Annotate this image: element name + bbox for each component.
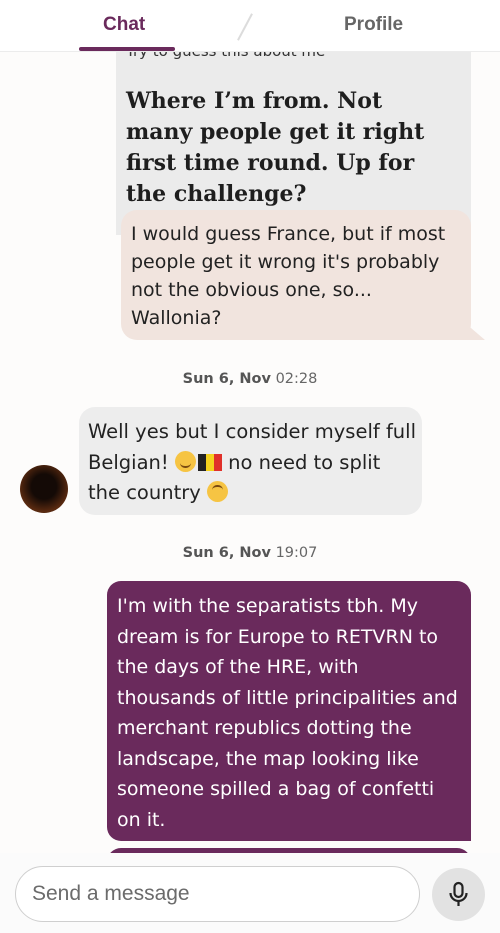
tab-bar: Chat Profile (0, 0, 500, 52)
prompt-reply-text: I would guess France, but if most people… (131, 223, 446, 329)
avatar[interactable] (20, 465, 68, 513)
upside-down-face-icon (206, 481, 228, 502)
chat-thread[interactable]: Try to guess this about me Where I’m fro… (0, 0, 500, 933)
outgoing-message-bubble[interactable]: I'm with the separatists tbh. My dream i… (107, 581, 471, 841)
prompt-answer: Where I’m from. Not many people get it r… (126, 88, 425, 207)
message-timestamp: Sun 6, Nov 19:07 (0, 545, 500, 561)
winking-face-icon (174, 450, 196, 472)
belgium-flag-icon (197, 453, 222, 471)
message-input[interactable] (15, 866, 420, 922)
active-tab-indicator (79, 47, 175, 51)
microphone-icon (449, 881, 468, 906)
prompt-card: Try to guess this about me Where I’m fro… (116, 20, 471, 235)
prompt-reply-bubble[interactable]: I would guess France, but if most people… (121, 210, 471, 340)
message-timestamp: Sun 6, Nov 02:28 (0, 371, 500, 387)
message-composer (0, 853, 500, 933)
tab-chat[interactable]: Chat (103, 14, 145, 36)
tab-divider (237, 13, 253, 41)
incoming-message-bubble[interactable]: Well yes but I consider myself full Belg… (79, 407, 422, 515)
timestamp-time: 19:07 (275, 545, 318, 561)
timestamp-time: 02:28 (275, 371, 318, 387)
timestamp-date: Sun 6, Nov (182, 371, 271, 387)
voice-message-button[interactable] (432, 868, 485, 921)
incoming-message-text: Well yes but I consider myself full Belg… (88, 417, 418, 509)
timestamp-date: Sun 6, Nov (182, 545, 271, 561)
tab-profile[interactable]: Profile (344, 14, 403, 36)
outgoing-message-text: I'm with the separatists tbh. My dream i… (117, 595, 458, 831)
